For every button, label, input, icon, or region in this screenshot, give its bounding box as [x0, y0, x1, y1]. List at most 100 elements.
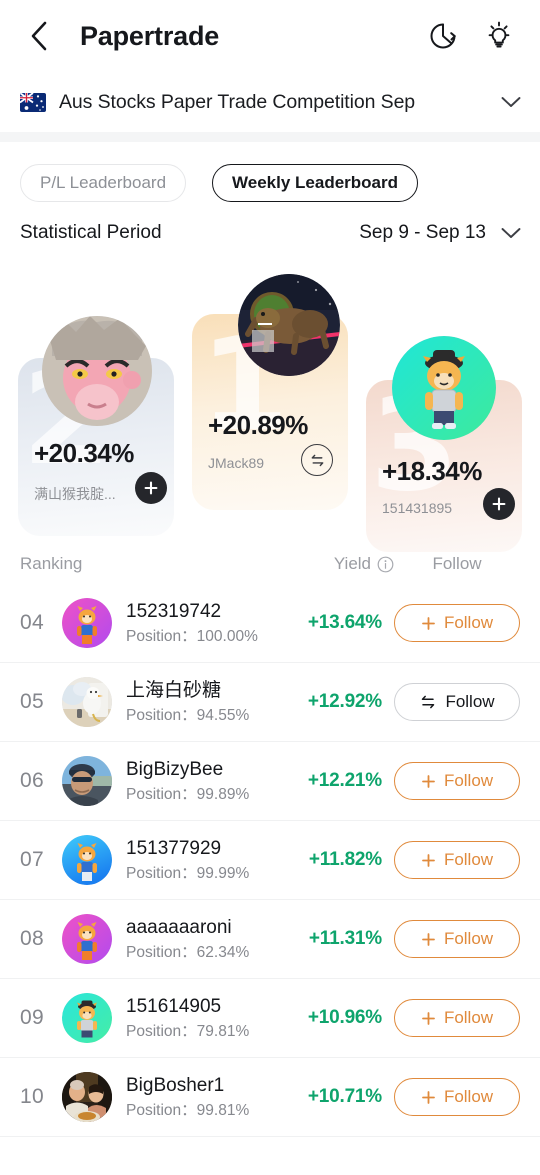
podium-yield-2: +20.34% — [34, 438, 134, 468]
table-row[interactable]: 07 151377929 Position：99.99% +11.82% Fol… — [0, 821, 540, 900]
tab-pl-leaderboard[interactable]: P/L Leaderboard — [20, 164, 187, 202]
avatar[interactable] — [62, 677, 112, 727]
chevron-down-icon — [501, 97, 521, 107]
row-rank: 08 — [20, 927, 44, 950]
follow-button-label: Follow — [443, 1008, 494, 1027]
australia-flag-icon — [20, 92, 46, 112]
back-button[interactable] — [20, 17, 58, 55]
papertrade-leaderboard-page: Papertrade Aus Stocks Paper Trade Compet… — [0, 0, 540, 1175]
follow-button-label: Follow — [443, 929, 494, 948]
row-rank: 09 — [20, 1006, 44, 1029]
row-user: aaaaaaaroni Position：62.34% — [126, 916, 309, 962]
swap-arrows-icon — [311, 454, 323, 466]
follow-button[interactable]: Follow — [394, 762, 520, 800]
podium-top3: 2 +20.34% 满山猴我腚... 1 +20.89% JMack89 3 +… — [0, 258, 540, 552]
podium-following-button-1[interactable] — [301, 444, 333, 476]
follow-button[interactable]: Follow — [394, 604, 520, 642]
avatar[interactable] — [62, 756, 112, 806]
podium-follow-button-2[interactable] — [135, 472, 167, 504]
row-yield: +11.31% — [308, 928, 382, 949]
column-header-yield-label: Yield — [333, 554, 371, 573]
row-user: 上海白砂糖 Position：94.55% — [126, 679, 308, 725]
table-row[interactable]: 08 aaaaaaaroni Position：62.34% +11.31% F… — [0, 900, 540, 979]
table-row[interactable]: 06 BigBizyBee Position：99.89% +12.21% Fo… — [0, 742, 540, 821]
following-button[interactable]: Follow — [394, 683, 520, 721]
statistical-period-label: Statistical Period — [20, 222, 162, 243]
row-position: Position：79.81% — [126, 1022, 250, 1040]
plus-icon — [422, 1011, 435, 1025]
avatar[interactable] — [62, 598, 112, 648]
podium-follow-button-3[interactable] — [483, 488, 515, 520]
plus-icon — [422, 932, 435, 946]
row-username: BigBosher1 — [126, 1075, 225, 1097]
competition-dropdown-toggle[interactable] — [500, 95, 522, 109]
following-button-label: Follow — [445, 692, 495, 711]
avatar-image-3 — [392, 336, 496, 440]
podium-avatar-2[interactable] — [42, 316, 152, 426]
avatar-image — [62, 835, 112, 885]
competition-selector[interactable]: Aus Stocks Paper Trade Competition Sep — [0, 72, 540, 132]
table-row[interactable]: 10 BigBosher1 Position：99.81% +10.71% Fo… — [0, 1058, 540, 1137]
follow-button-label: Follow — [443, 771, 494, 790]
tips-button[interactable] — [482, 19, 516, 53]
row-user: 151614905 Position：79.81% — [126, 995, 308, 1041]
podium-username-2: 满山猴我腚... — [34, 486, 116, 502]
refresh-button[interactable] — [426, 19, 460, 53]
statistical-period-row: Statistical Period Sep 9 - Sep 13 — [0, 202, 540, 244]
plus-icon — [422, 1090, 435, 1104]
avatar[interactable] — [62, 914, 112, 964]
avatar[interactable] — [62, 1072, 112, 1122]
avatar-image-2 — [42, 316, 152, 426]
avatar-image — [62, 914, 112, 964]
row-yield: +12.92% — [307, 691, 382, 712]
row-username: 上海白砂糖 — [126, 680, 222, 702]
row-username: 151614905 — [126, 996, 222, 1018]
australia-flag-svg — [20, 92, 46, 112]
row-rank: 10 — [20, 1085, 44, 1108]
row-yield: +10.96% — [307, 1007, 382, 1028]
follow-button[interactable]: Follow — [394, 999, 520, 1037]
statistical-period-selector[interactable]: Sep 9 - Sep 13 — [359, 222, 522, 244]
navbar-actions — [426, 19, 522, 53]
plus-icon — [422, 774, 435, 788]
lightbulb-icon — [488, 21, 510, 48]
row-position: Position：94.55% — [126, 706, 250, 724]
follow-button[interactable]: Follow — [394, 1078, 520, 1116]
row-position: Position：100.00% — [126, 627, 258, 645]
podium-avatar-1[interactable] — [238, 274, 340, 376]
column-header-yield[interactable]: Yield — [334, 554, 394, 574]
column-header-ranking: Ranking — [20, 554, 83, 573]
avatar-image — [62, 993, 112, 1043]
plus-icon — [144, 481, 158, 495]
avatar-image — [62, 756, 112, 806]
row-position: Position：99.81% — [126, 1101, 250, 1119]
chevron-left-icon — [31, 21, 47, 51]
follow-button[interactable]: Follow — [394, 920, 520, 958]
table-row[interactable]: 04 152319742 Position：100.00% +13.64% Fo… — [0, 584, 540, 663]
follow-button-label: Follow — [443, 613, 494, 632]
row-username: BigBizyBee — [126, 759, 224, 781]
table-row[interactable]: 09 151614905 Position：79.81% +10.96% Fol… — [0, 979, 540, 1058]
statistical-period-value: Sep 9 - Sep 13 — [359, 222, 486, 243]
avatar-image — [62, 1072, 112, 1122]
follow-button-label: Follow — [443, 1087, 494, 1106]
row-user: 152319742 Position：100.00% — [126, 600, 308, 646]
row-position: Position：99.89% — [126, 785, 250, 803]
podium-avatar-3[interactable] — [392, 336, 496, 440]
page-title: Papertrade — [80, 20, 220, 51]
avatar[interactable] — [62, 835, 112, 885]
row-user: BigBosher1 Position：99.81% — [126, 1074, 308, 1120]
swap-arrows-icon — [422, 695, 435, 709]
follow-button[interactable]: Follow — [394, 841, 520, 879]
plus-icon — [422, 853, 435, 867]
table-row[interactable]: 05 上海白砂糖 Position：94.55% +12.92% Follow — [0, 663, 540, 742]
avatar[interactable] — [62, 993, 112, 1043]
row-username: 152319742 — [126, 601, 222, 623]
row-user: 151377929 Position：99.99% — [126, 837, 309, 883]
row-yield: +12.21% — [307, 770, 382, 791]
navbar: Papertrade — [0, 0, 540, 72]
row-user: BigBizyBee Position：99.89% — [126, 758, 308, 804]
row-username: 151377929 — [126, 838, 222, 860]
leaderboard-rows: 04 152319742 Position：100.00% +13.64% Fo… — [0, 584, 540, 1137]
tab-weekly-leaderboard[interactable]: Weekly Leaderboard — [212, 164, 419, 202]
